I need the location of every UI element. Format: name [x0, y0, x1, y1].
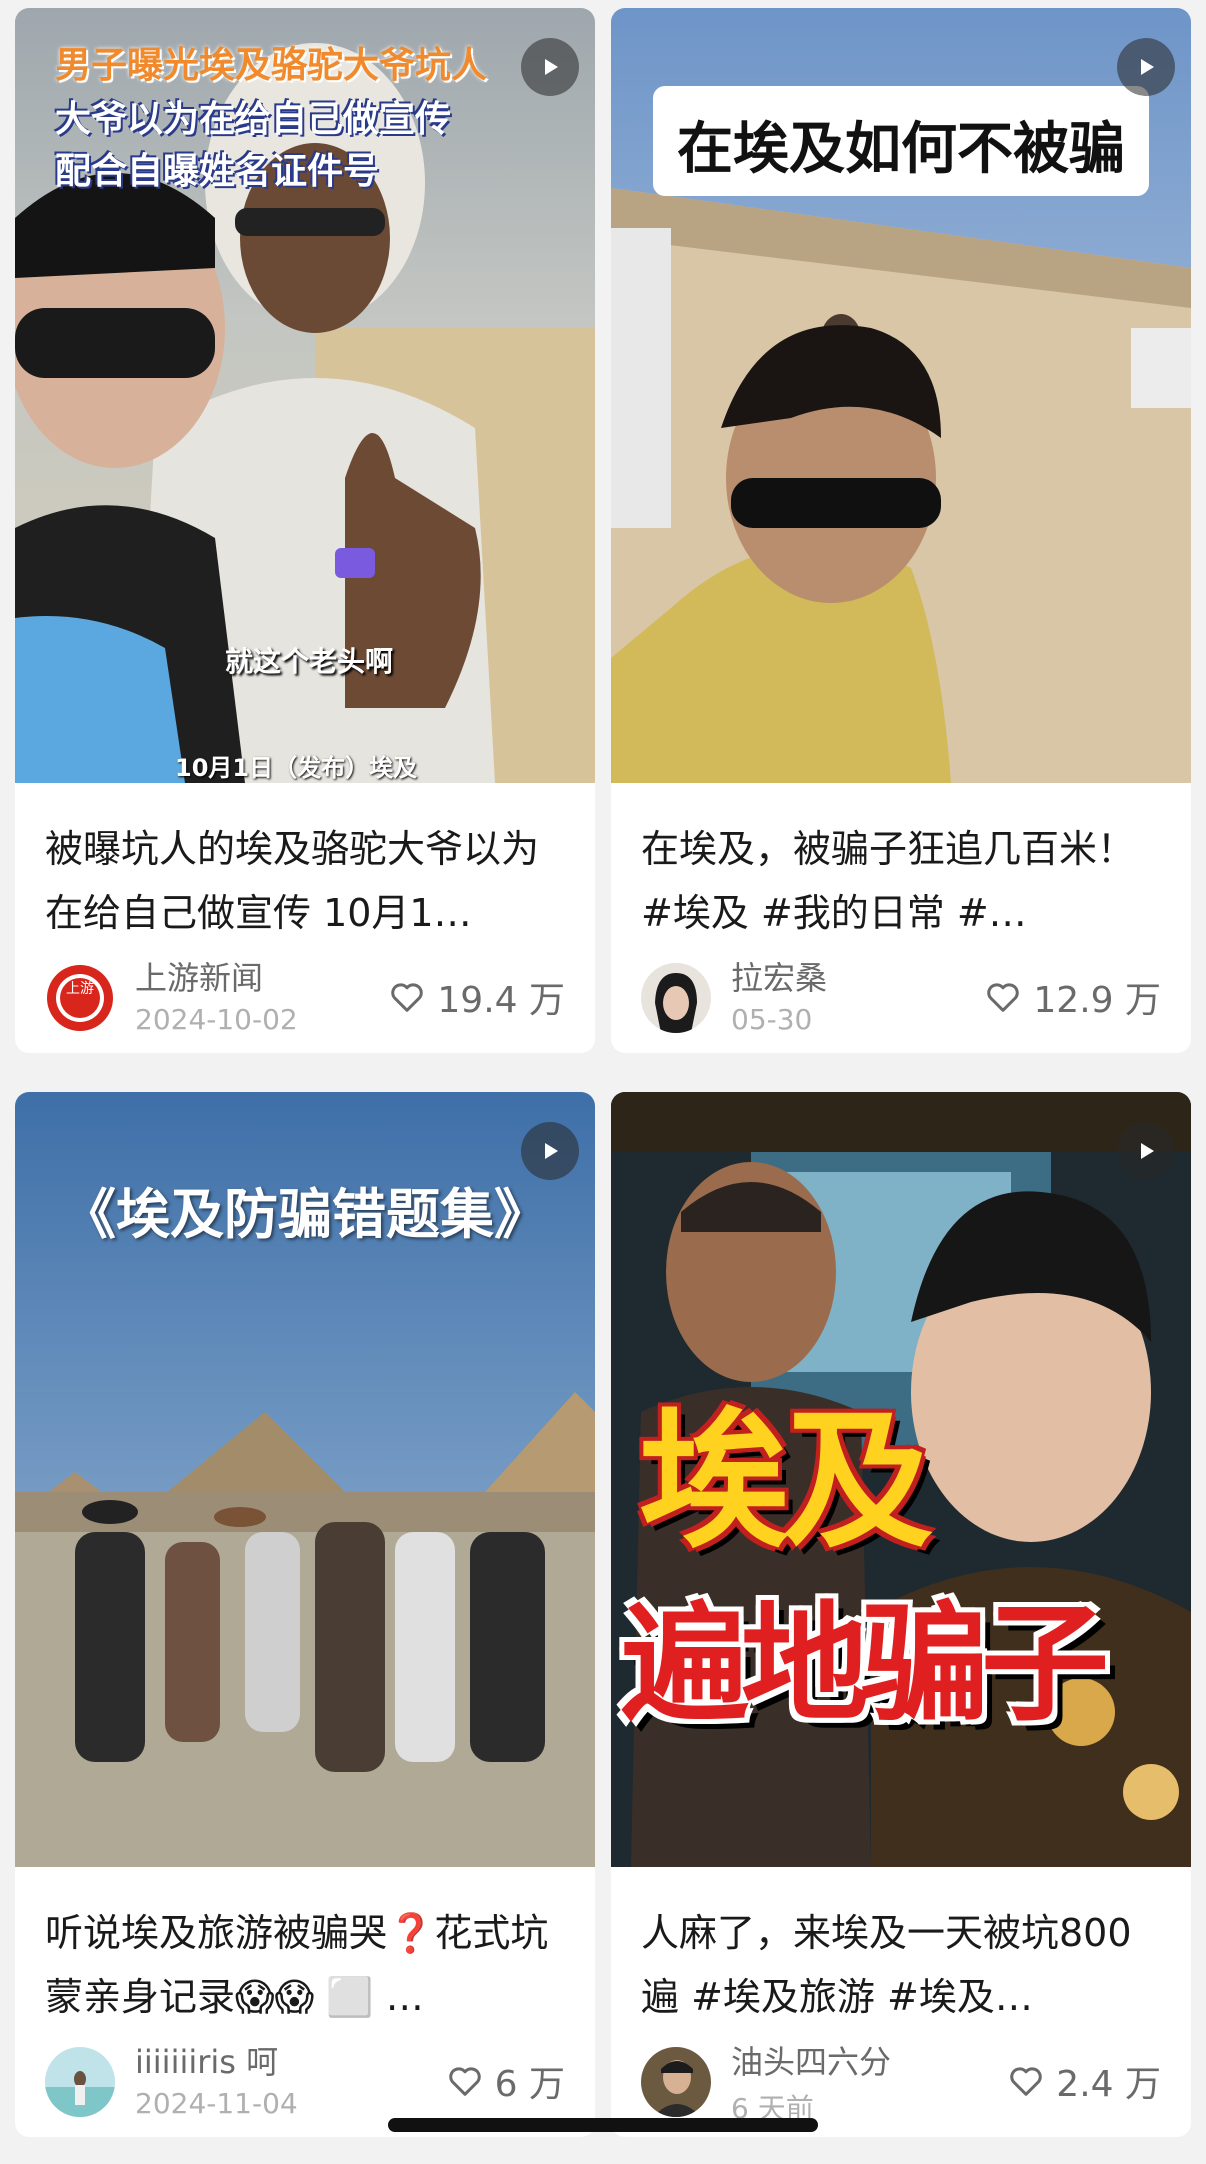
avatar-image [45, 2047, 115, 2117]
video-card[interactable]: 《埃及防骗错题集》 听说埃及旅游被骗哭❓花式坑蒙亲身记录😱😱 ⬜ … iiiii… [15, 1092, 595, 2137]
play-button[interactable] [521, 38, 579, 96]
avatar-image [641, 2047, 711, 2117]
video-card[interactable]: 在埃及如何不被骗 在埃及，被骗子狂追几百米！ #埃及 #我的日常 #… 拉宏桑 … [611, 8, 1191, 1053]
video-thumbnail[interactable]: 《埃及防骗错题集》 [15, 1092, 595, 1867]
play-button[interactable] [1117, 38, 1175, 96]
post-date: 05-30 [731, 1003, 813, 1036]
author-name[interactable]: iiiiiiiris 呵 [135, 2037, 278, 2083]
avatar[interactable]: 上游 [45, 963, 115, 1033]
avatar-logo-text: 上游 [66, 981, 94, 997]
video-caption: 10月1日（发布）埃及 [175, 754, 418, 782]
card-meta: 拉宏桑 05-30 12.9 万 [611, 943, 1191, 1053]
video-overlay-line: 配合自曝姓名证件号 [55, 151, 380, 192]
like-button[interactable]: 19.4 万 [387, 971, 565, 1023]
video-overlay-line: 男子曝光埃及骆驼大爷坑人 [55, 45, 488, 86]
video-title[interactable]: 听说埃及旅游被骗哭❓花式坑蒙亲身记录😱😱 ⬜ … [15, 1867, 595, 2027]
video-overlay-line: 埃及 [639, 1395, 933, 1569]
heart-outline-icon [1010, 2067, 1043, 2096]
post-date: 2024-11-04 [135, 2087, 298, 2120]
video-title[interactable]: 人麻了，来埃及一天被坑800遍 #埃及旅游 #埃及… [611, 1867, 1191, 2027]
like-count: 12.9 万 [1033, 980, 1161, 1021]
video-overlay-line: 遍地骗子 [621, 1590, 1109, 1739]
avatar[interactable] [641, 2047, 711, 2117]
avatar[interactable] [45, 2047, 115, 2117]
play-button[interactable] [1117, 1122, 1175, 1180]
author-name[interactable]: 上游新闻 [135, 953, 263, 999]
video-subtitle: 就这个老头啊 [225, 645, 394, 678]
like-button[interactable]: 12.9 万 [983, 971, 1161, 1023]
like-count: 6 万 [494, 2064, 565, 2105]
like-count: 2.4 万 [1056, 2064, 1161, 2105]
video-title[interactable]: 被曝坑人的埃及骆驼大爷以为在给自己做宣传 10月1… [15, 783, 595, 943]
avatar[interactable] [641, 963, 711, 1033]
post-date: 2024-10-02 [135, 1003, 298, 1036]
play-icon [1141, 1143, 1154, 1159]
home-indicator[interactable] [388, 2118, 818, 2132]
feed-page: 男子曝光埃及骆驼大爷坑人 大爷以为在给自己做宣传 配合自曝姓名证件号 就这个老头… [0, 0, 1206, 2164]
like-button[interactable]: 6 万 [445, 2055, 565, 2107]
play-icon [545, 59, 558, 75]
heart-outline-icon [448, 2067, 481, 2096]
video-overlay-line: 大爷以为在给自己做宣传 [55, 99, 452, 140]
video-overlay-line: 《埃及防骗错题集》 [62, 1183, 548, 1246]
card-meta: 上游 上游新闻 2024-10-02 19.4 万 [15, 943, 595, 1053]
heart-outline-icon [987, 983, 1020, 1012]
play-icon [1141, 59, 1154, 75]
heart-outline-icon [391, 983, 424, 1012]
video-thumbnail[interactable]: 埃及 遍地骗子 [611, 1092, 1191, 1867]
avatar-image [641, 963, 711, 1033]
video-thumbnail[interactable]: 男子曝光埃及骆驼大爷坑人 大爷以为在给自己做宣传 配合自曝姓名证件号 就这个老头… [15, 8, 595, 783]
video-overlay-line: 在埃及如何不被骗 [677, 117, 1125, 182]
like-button[interactable]: 2.4 万 [1006, 2055, 1161, 2107]
author-name[interactable]: 油头四六分 [731, 2037, 891, 2083]
video-card[interactable]: 埃及 遍地骗子 人麻了，来埃及一天被坑800遍 #埃及旅游 #埃及… 油头四六分… [611, 1092, 1191, 2137]
video-thumbnail[interactable]: 在埃及如何不被骗 [611, 8, 1191, 783]
author-name[interactable]: 拉宏桑 [731, 953, 827, 999]
video-card[interactable]: 男子曝光埃及骆驼大爷坑人 大爷以为在给自己做宣传 配合自曝姓名证件号 就这个老头… [15, 8, 595, 1053]
video-title[interactable]: 在埃及，被骗子狂追几百米！ #埃及 #我的日常 #… [611, 783, 1191, 943]
publisher-logo [47, 965, 113, 1031]
play-icon [545, 1143, 558, 1159]
like-count: 19.4 万 [437, 980, 565, 1021]
play-button[interactable] [521, 1122, 579, 1180]
